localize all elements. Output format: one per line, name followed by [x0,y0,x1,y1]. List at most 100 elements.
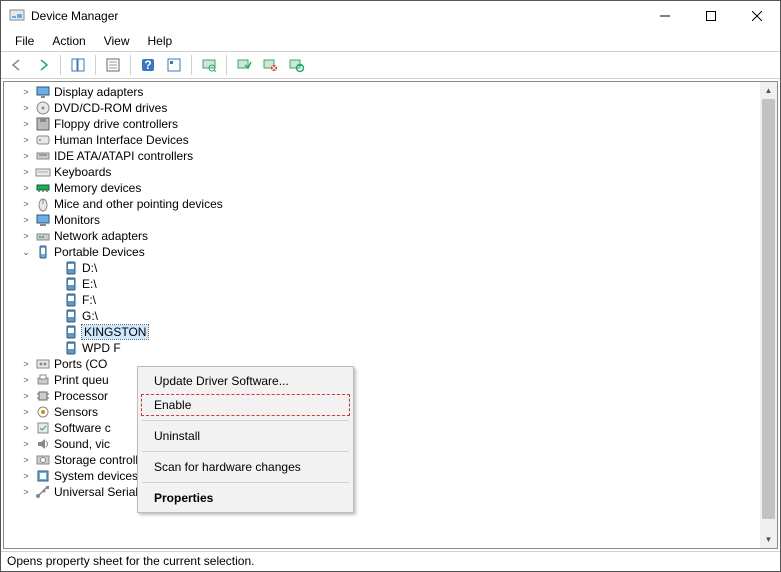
close-button[interactable] [734,1,780,31]
ide-icon [35,148,51,164]
tree-item[interactable]: G:\ [4,308,777,324]
tree-item[interactable]: KINGSTON [4,324,777,340]
help-button[interactable]: ? [136,54,160,76]
expand-arrow-icon[interactable]: > [20,182,32,194]
scroll-up-button[interactable]: ▲ [760,82,777,99]
context-menu-item[interactable]: Properties [140,486,351,510]
spacer [48,262,60,274]
device-tree-pane: >Display adapters>DVD/CD-ROM drives>Flop… [3,81,778,549]
pdev-icon [63,276,79,292]
toolbar: ? [1,51,780,79]
tree-category[interactable]: >Sound, vic [4,436,777,452]
back-button[interactable] [5,54,29,76]
app-icon [9,8,25,24]
expand-arrow-icon[interactable]: > [20,134,32,146]
scroll-down-button[interactable]: ▼ [760,531,777,548]
tree-item[interactable]: WPD F [4,340,777,356]
ports-icon [35,356,51,372]
tree-category[interactable]: >Ports (CO [4,356,777,372]
tree-category[interactable]: ⌄Portable Devices [4,244,777,260]
expand-arrow-icon[interactable]: > [20,406,32,418]
expand-arrow-icon[interactable]: > [20,438,32,450]
pdev-icon [63,292,79,308]
expand-arrow-icon[interactable]: > [20,230,32,242]
tree-category[interactable]: > Floppy drive controllers [4,116,777,132]
tree-item-label: Floppy drive controllers [54,117,178,131]
tree-item-label: WPD F [82,341,121,355]
expand-arrow-icon[interactable]: ⌄ [20,246,32,258]
menu-separator [142,420,349,421]
expand-arrow-icon[interactable]: > [20,470,32,482]
tree-item[interactable]: D:\ [4,260,777,276]
menu-view[interactable]: View [96,32,138,50]
expand-arrow-icon[interactable]: > [20,198,32,210]
vertical-scrollbar[interactable]: ▲ ▼ [760,82,777,548]
show-hide-tree-button[interactable] [66,54,90,76]
forward-button[interactable] [31,54,55,76]
expand-arrow-icon[interactable]: > [20,214,32,226]
maximize-button[interactable] [688,1,734,31]
tree-category[interactable]: >Sensors [4,404,777,420]
tree-category[interactable]: >Human Interface Devices [4,132,777,148]
tree-category[interactable]: > Network adapters [4,228,777,244]
monitor-icon [35,212,51,228]
tree-category[interactable]: >Display adapters [4,84,777,100]
expand-arrow-icon[interactable]: > [20,454,32,466]
tree-item-label: D:\ [82,261,97,275]
context-menu-item[interactable]: Uninstall [140,424,351,448]
scroll-thumb[interactable] [762,99,775,519]
expand-arrow-icon[interactable]: > [20,150,32,162]
tree-category[interactable]: >Mice and other pointing devices [4,196,777,212]
tree-category[interactable]: > Keyboards [4,164,777,180]
device-tree[interactable]: >Display adapters>DVD/CD-ROM drives>Flop… [4,82,777,502]
expand-arrow-icon[interactable]: > [20,166,32,178]
context-menu-item[interactable]: Scan for hardware changes [140,455,351,479]
tree-category[interactable]: > Monitors [4,212,777,228]
tree-category[interactable]: >System devices [4,468,777,484]
spacer [48,326,60,338]
tree-category[interactable]: >IDE ATA/ATAPI controllers [4,148,777,164]
tree-category[interactable]: >Processor [4,388,777,404]
expand-arrow-icon[interactable]: > [20,374,32,386]
scan-hardware-button[interactable] [197,54,221,76]
toolbar-separator [60,55,61,75]
tree-item-label: Monitors [54,213,100,227]
portable-icon [35,244,51,260]
context-menu-item[interactable]: Enable [140,393,351,417]
disable-device-button[interactable] [258,54,282,76]
menu-action[interactable]: Action [44,32,93,50]
expand-arrow-icon[interactable]: > [20,422,32,434]
properties2-button[interactable] [162,54,186,76]
update-driver-button[interactable] [284,54,308,76]
tree-item[interactable]: F:\ [4,292,777,308]
expand-arrow-icon[interactable]: > [20,118,32,130]
properties-button[interactable] [101,54,125,76]
tree-item-label: Keyboards [54,165,111,179]
menu-file[interactable]: File [7,32,42,50]
expand-arrow-icon[interactable]: > [20,358,32,370]
expand-arrow-icon[interactable]: > [20,486,32,498]
expand-arrow-icon[interactable]: > [20,86,32,98]
keyboard-icon [35,164,51,180]
tree-item-label: Memory devices [54,181,141,195]
tree-category[interactable]: > DVD/CD-ROM drives [4,100,777,116]
tree-item[interactable]: E:\ [4,276,777,292]
enable-device-button[interactable] [232,54,256,76]
system-icon [35,468,51,484]
expand-arrow-icon[interactable]: > [20,102,32,114]
tree-category[interactable]: >Print queu [4,372,777,388]
minimize-button[interactable] [642,1,688,31]
menu-help[interactable]: Help [140,32,181,50]
tree-category[interactable]: > Memory devices [4,180,777,196]
spacer [48,294,60,306]
tree-item-label: DVD/CD-ROM drives [54,101,167,115]
spacer [48,278,60,290]
context-menu-item[interactable]: Update Driver Software... [140,369,351,393]
tree-category[interactable]: >Storage controllers [4,452,777,468]
tree-category[interactable]: >Software c [4,420,777,436]
tree-category[interactable]: >Universal Serial Bus controllers [4,484,777,500]
sensor-icon [35,404,51,420]
tree-item-label: Network adapters [54,229,148,243]
expand-arrow-icon[interactable]: > [20,390,32,402]
tree-item-label: G:\ [82,309,98,323]
